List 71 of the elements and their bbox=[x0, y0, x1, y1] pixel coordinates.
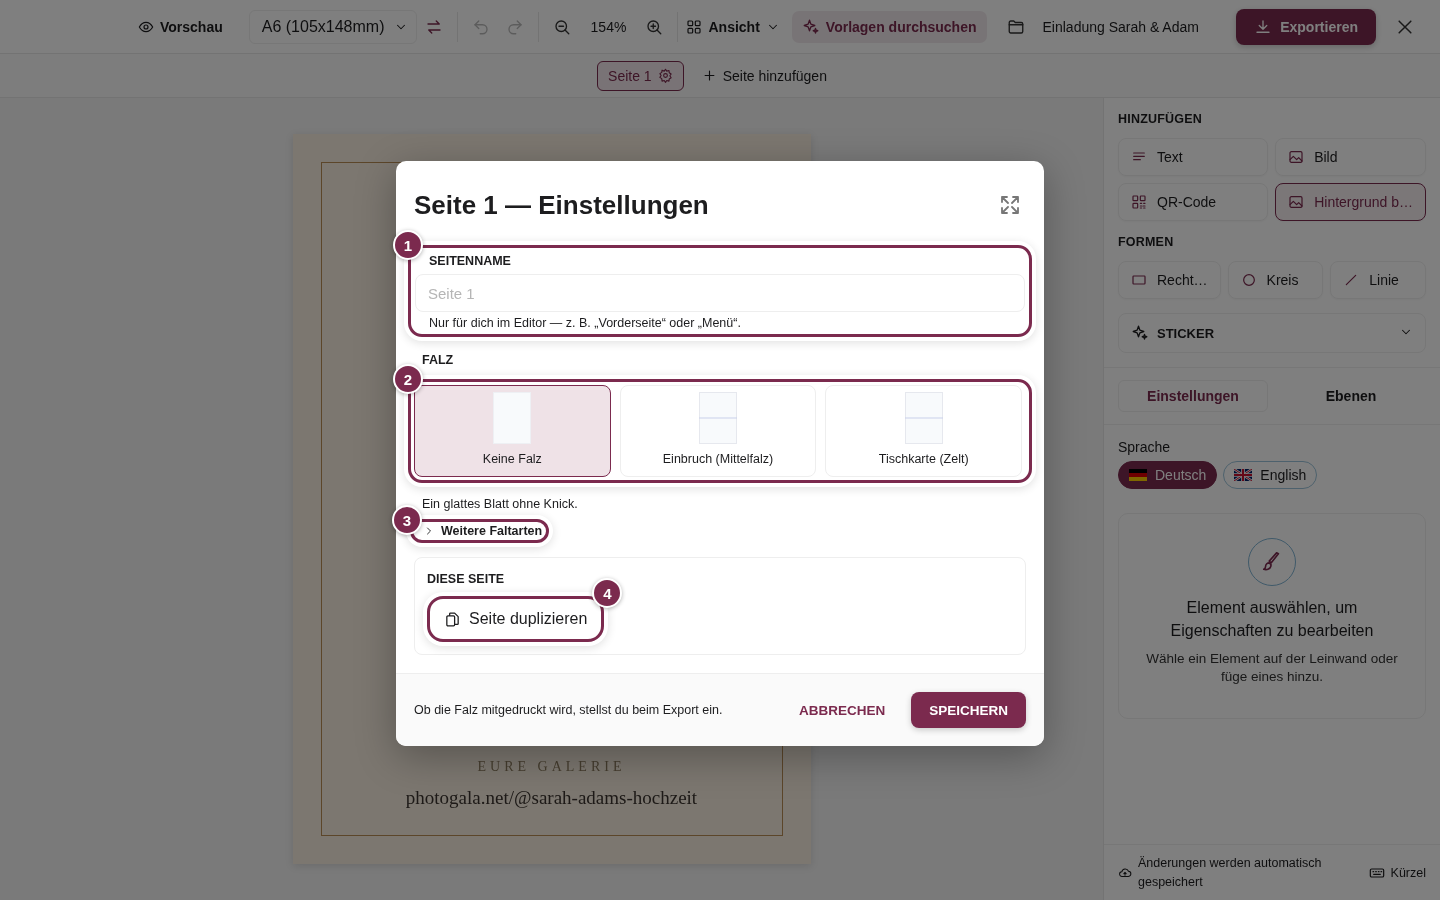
save-button[interactable]: SPEICHERN bbox=[911, 692, 1026, 728]
footer-note: Ob die Falz mitgedruckt wird, stellst du beim Export ein. bbox=[414, 703, 723, 717]
shortcuts-button[interactable]: Kürzel bbox=[1368, 864, 1426, 881]
settings-icon bbox=[657, 68, 673, 83]
undo-icon bbox=[472, 17, 491, 36]
zoom-in-icon bbox=[645, 17, 664, 36]
export-button[interactable]: Exportieren bbox=[1236, 8, 1376, 45]
field-label: SEITENNAME bbox=[428, 254, 512, 268]
tent-card-icon bbox=[904, 392, 943, 444]
empty-state-text: Wähle ein Element auf der Leinwand oder füge eines hinzu. bbox=[1145, 650, 1399, 686]
language-chip[interactable]: Deutsch bbox=[1118, 461, 1218, 489]
add-page-button[interactable]: Seite hinzufügen bbox=[693, 60, 835, 91]
step-badge: 3 bbox=[392, 505, 422, 535]
sparkle-icon bbox=[801, 17, 820, 36]
british-flag-icon bbox=[1234, 469, 1253, 481]
qr-code-icon bbox=[1131, 194, 1147, 210]
copy-icon bbox=[444, 610, 461, 628]
autosave-status: Änderungen werden automatisch gespeichert bbox=[1138, 854, 1323, 891]
image-icon bbox=[1288, 149, 1305, 165]
format-dropdown[interactable]: A6 (105x148mm) bbox=[248, 9, 418, 44]
folder-icon bbox=[1006, 17, 1025, 36]
section-heading: HINZUFÜGEN bbox=[1118, 112, 1203, 126]
grid-icon bbox=[686, 18, 703, 35]
shape-button[interactable]: Recht… bbox=[1118, 261, 1221, 299]
gallery-heading: EURE GALERIE bbox=[477, 759, 626, 775]
expand-icon bbox=[998, 193, 1022, 217]
cancel-button[interactable]: ABBRECHEN bbox=[784, 692, 900, 728]
panel-tab[interactable]: Ebenen bbox=[1276, 380, 1426, 412]
flat-sheet-icon bbox=[493, 392, 532, 444]
field-label: FALZ bbox=[422, 353, 455, 367]
gallery-url: photogala.net/@sarah-adams-hochzeit bbox=[405, 787, 698, 809]
add-item-button[interactable]: Hintergrund b… bbox=[1275, 183, 1426, 221]
field-hint: Nur für dich im Editor — z. B. „Vorderseite“ oder „Menü“. bbox=[428, 316, 742, 330]
plus-icon bbox=[701, 68, 717, 83]
document-title: Einladung Sarah & Adam bbox=[1042, 18, 1199, 35]
folded-sheet-icon bbox=[699, 392, 737, 444]
sticker-toggle[interactable]: STICKER bbox=[1118, 313, 1426, 353]
page-tab[interactable]: Seite 1 bbox=[597, 60, 684, 91]
panel-tab[interactable]: Einstellungen bbox=[1118, 380, 1268, 412]
swap-icon bbox=[425, 17, 444, 36]
fold-option[interactable]: Keine Falz bbox=[414, 385, 611, 477]
preview-button[interactable]: Vorschau bbox=[136, 9, 225, 44]
step-badge: 1 bbox=[393, 230, 423, 260]
browse-templates-button[interactable]: Vorlagen durchsuchen bbox=[791, 10, 987, 43]
redo-icon bbox=[506, 17, 525, 36]
download-icon bbox=[1254, 17, 1273, 36]
step-badge: 2 bbox=[393, 364, 423, 394]
step-badge: 4 bbox=[592, 578, 623, 608]
image-icon bbox=[1288, 194, 1305, 210]
add-item-button[interactable]: QR-Code bbox=[1118, 183, 1269, 221]
shape-button[interactable]: Kreis bbox=[1227, 261, 1324, 299]
view-menu-button[interactable]: Ansicht bbox=[684, 9, 782, 44]
zoom-out-icon bbox=[553, 17, 572, 36]
add-item-button[interactable]: Bild bbox=[1275, 138, 1426, 176]
section-heading: FORMEN bbox=[1118, 235, 1175, 249]
sparkle-icon bbox=[1131, 324, 1149, 342]
add-item-button[interactable]: Text bbox=[1118, 138, 1269, 176]
page-name-field[interactable]: Seite 1 bbox=[415, 274, 1025, 312]
section-heading: DIESE SEITE bbox=[427, 572, 506, 586]
circle-icon bbox=[1240, 272, 1257, 288]
empty-state-title: Element auswählen, um Eigenschaften zu bearbeiten bbox=[1169, 598, 1375, 641]
shape-button[interactable]: Linie bbox=[1330, 261, 1426, 299]
language-label: Sprache bbox=[1118, 439, 1172, 455]
zoom-level: 154% bbox=[589, 18, 628, 35]
dialog-title: Seite 1 — Einstellungen bbox=[414, 189, 709, 221]
rectangle-icon bbox=[1131, 272, 1147, 288]
fold-option[interactable]: Tischkarte (Zelt) bbox=[825, 385, 1022, 477]
german-flag-icon bbox=[1129, 469, 1147, 481]
cloud-upload-icon bbox=[1118, 865, 1132, 880]
fold-description: Ein glattes Blatt ohne Knick. bbox=[422, 497, 579, 511]
fold-option[interactable]: Einbruch (Mittelfalz) bbox=[619, 385, 817, 477]
